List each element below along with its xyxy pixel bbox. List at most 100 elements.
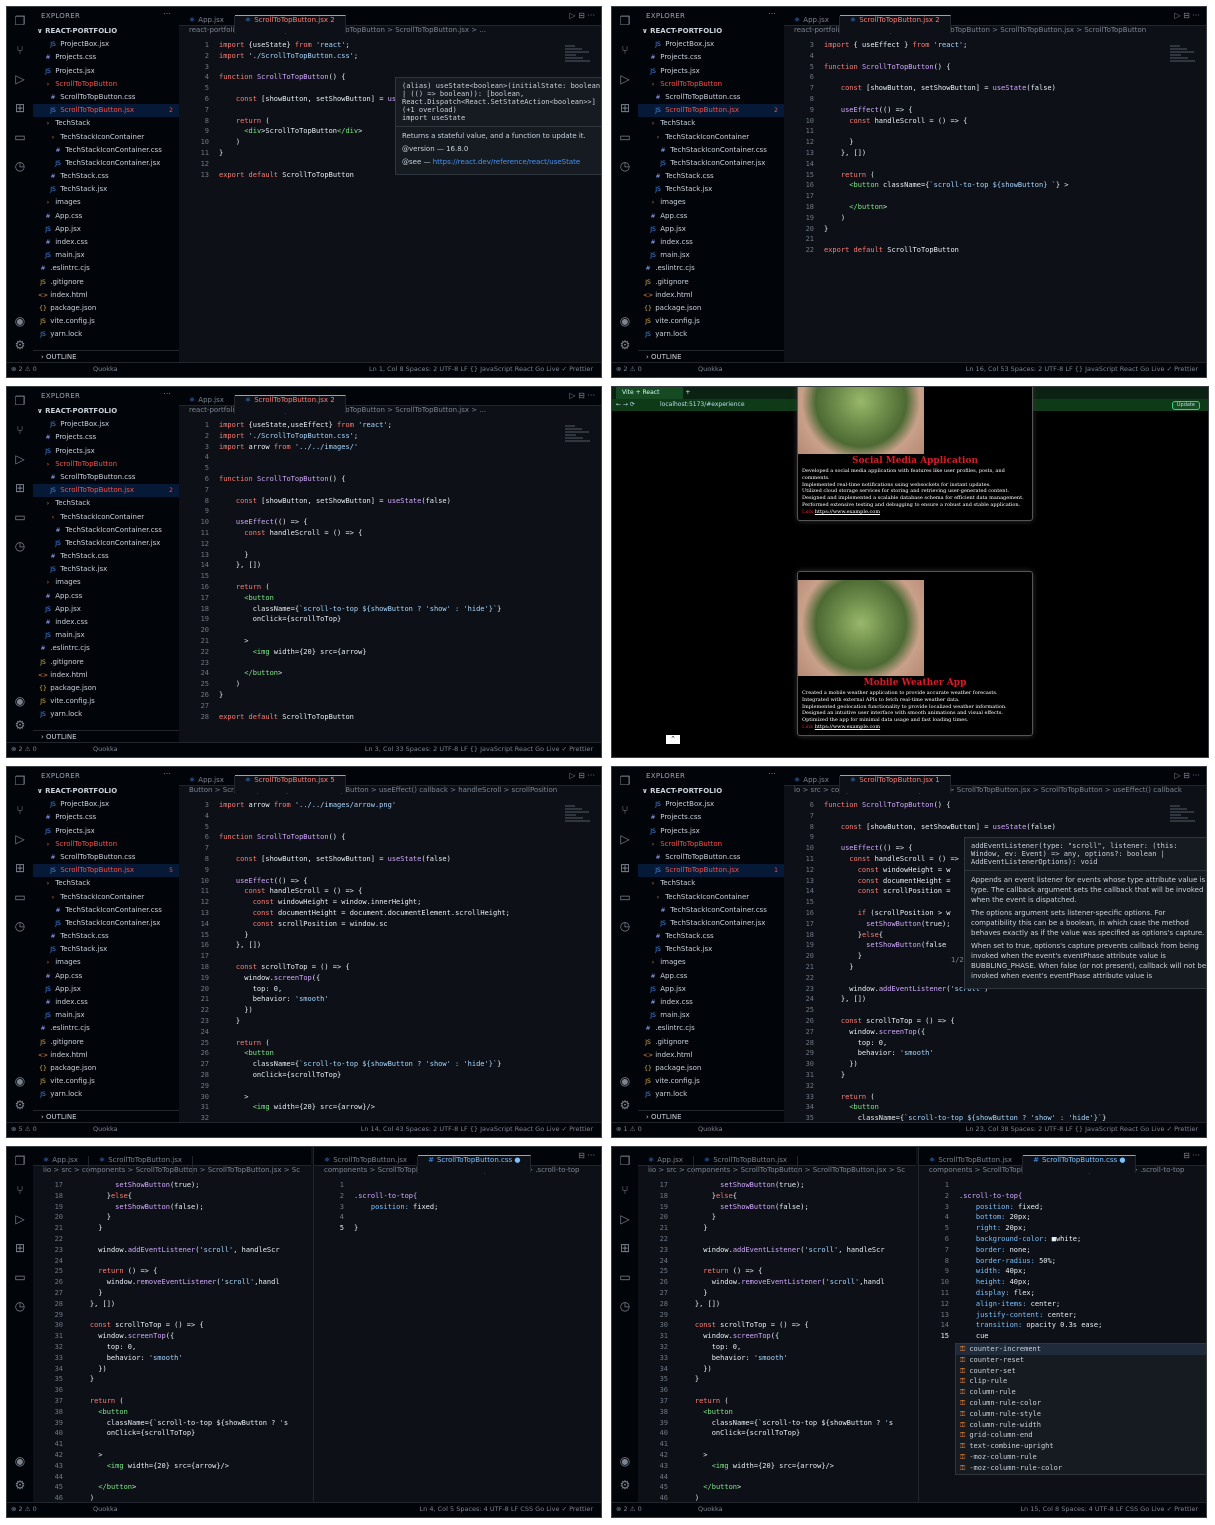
run-debug-icon[interactable]: ▷ <box>617 1211 633 1227</box>
file-tree-item[interactable]: JS ScrollToTopButton.jsx 2 <box>33 484 179 498</box>
more-actions-icon[interactable]: ··· <box>163 390 171 398</box>
autocomplete-item[interactable]: ⚿ -moz-column-rule <box>956 1452 1206 1463</box>
file-tree-item[interactable]: JS ProjectBox.jsx <box>33 38 179 51</box>
code-line[interactable]: export default ScrollToTopButton <box>219 713 593 721</box>
code-line[interactable]: .scroll-to-top{ <box>959 1192 1198 1200</box>
account-icon[interactable]: ◉ <box>12 313 28 329</box>
file-tree-item[interactable]: {} package.json <box>33 1062 179 1075</box>
file-tree-item[interactable]: # Projects.css <box>33 431 179 444</box>
code-line[interactable]: window.screenTop({ <box>824 1028 1198 1036</box>
editor-actions-icon[interactable]: ▷ ⊟ ··· <box>569 387 595 405</box>
code-line[interactable]: } <box>219 691 593 699</box>
remote-explorer-icon[interactable]: ▭ <box>12 1269 28 1285</box>
code-line[interactable]: const [showButton, setShowButton] = useS… <box>824 823 1198 831</box>
code-line[interactable]: ) <box>73 1494 303 1502</box>
file-tree-item[interactable]: JS TechStackIconContainer.jsx <box>33 157 179 170</box>
code-line[interactable]: onClick={scrollToTop} <box>219 1071 593 1079</box>
doc-link[interactable]: https://react.dev/reference/react/useSta… <box>433 158 580 166</box>
run-debug-icon[interactable]: ▷ <box>617 71 633 87</box>
code-line[interactable]: > <box>73 1451 303 1459</box>
file-tree-item[interactable]: # .eslintrc.cjs <box>33 1022 179 1035</box>
source-control-icon[interactable]: ⑂ <box>12 802 28 818</box>
file-tree-item[interactable]: JS ScrollToTopButton.jsx 5 <box>33 864 179 878</box>
editor-tab[interactable]: ⚛ ScrollToTopButton.jsx 2 <box>234 15 346 33</box>
code-line[interactable]: display: flex; <box>959 1289 1198 1297</box>
files-icon[interactable]: ❐ <box>12 773 28 789</box>
editor-status[interactable]: Ln 16, Col 53 Spaces: 2 UTF-8 LF {} Java… <box>966 363 1198 376</box>
editor-tab[interactable]: ⚛ ScrollToTopButton.jsx 2 <box>234 395 346 413</box>
code-line[interactable]: }, []) <box>73 1300 303 1308</box>
settings-gear-icon[interactable]: ⚙ <box>12 1097 28 1113</box>
file-tree-item[interactable]: # TechStack.css <box>33 550 179 563</box>
file-tree-item[interactable]: JS App.jsx <box>33 603 179 616</box>
quokka-status[interactable]: Quokka <box>698 1503 723 1516</box>
code-line[interactable]: setShowButton(false); <box>73 1203 303 1211</box>
code-line[interactable]: } <box>73 1213 303 1221</box>
editor-actions-icon[interactable]: ▷ ⊟ ··· <box>1174 767 1200 785</box>
account-icon[interactable]: ◉ <box>617 313 633 329</box>
code-line[interactable]: behavior: 'smooth' <box>678 1354 908 1362</box>
file-tree-item[interactable]: JS Projects.jsx <box>33 825 179 838</box>
extensions-icon[interactable]: ⊞ <box>12 1240 28 1256</box>
editor-tab[interactable]: ⚛ ScrollToTopButton.jsx 2 <box>839 15 951 33</box>
file-tree-item[interactable]: {} package.json <box>33 302 179 315</box>
extensions-icon[interactable]: ⊞ <box>617 860 633 876</box>
file-tree-item[interactable]: JS TechStack.jsx <box>638 943 784 956</box>
editor-tab[interactable]: # ScrollToTopButton.css ● <box>418 1155 532 1173</box>
more-actions-icon[interactable]: ··· <box>768 770 776 778</box>
quokka-status[interactable]: Quokka <box>93 363 118 376</box>
account-icon[interactable]: ◉ <box>12 1453 28 1469</box>
code-line[interactable]: bottom: 20px; <box>959 1213 1198 1221</box>
files-icon[interactable]: ❐ <box>12 13 28 29</box>
code-line[interactable]: export default ScrollToTopButton <box>824 246 1198 254</box>
source-control-icon[interactable]: ⑂ <box>12 1182 28 1198</box>
code-line[interactable]: className={`scroll-to-top ${showButton ?… <box>678 1419 908 1427</box>
extensions-icon[interactable]: ⊞ <box>12 480 28 496</box>
code-line[interactable]: const scrollToTop = () => { <box>73 1321 303 1329</box>
problems-indicator[interactable]: ⊗ 2 ⚠ 0 <box>11 363 37 376</box>
code-line[interactable]: import {useState,useEffect} from 'react'… <box>219 421 593 429</box>
minimap[interactable] <box>1170 45 1200 65</box>
code-line[interactable]: top: 0, <box>824 1039 1198 1047</box>
code-line[interactable]: className={`scroll-to-top ${showButton ?… <box>824 1114 1198 1122</box>
file-tree-item[interactable]: JS App.jsx <box>638 223 784 236</box>
code-line[interactable]: > <box>219 637 593 645</box>
code-line[interactable]: function ScrollToTopButton() { <box>824 63 1198 71</box>
file-tree-item[interactable]: › ScrollToTopButton <box>638 78 784 91</box>
code-line[interactable]: useEffect(() => { <box>219 877 593 885</box>
code-line[interactable]: const [showButton, setShowButton] = useS… <box>219 497 593 505</box>
code-line[interactable]: const scrollToTop = () => { <box>678 1321 908 1329</box>
file-tree-item[interactable]: JS .gitignore <box>638 276 784 289</box>
file-tree-item[interactable]: JS .gitignore <box>33 1036 179 1049</box>
problems-indicator[interactable]: ⊗ 2 ⚠ 0 <box>616 363 642 376</box>
code-line[interactable]: } <box>73 1375 303 1383</box>
editor-status[interactable]: Ln 23, Col 38 Spaces: 2 UTF-8 LF {} Java… <box>966 1123 1198 1136</box>
code-line[interactable]: height: 40px; <box>959 1278 1198 1286</box>
code-line[interactable]: <button <box>678 1408 908 1416</box>
file-tree-item[interactable]: › TechStack <box>638 117 784 130</box>
code-line[interactable]: const handleScroll = () => { <box>219 529 593 537</box>
file-tree-item[interactable]: {} package.json <box>638 1062 784 1075</box>
file-tree-item[interactable]: JS yarn.lock <box>638 1088 784 1101</box>
code-line[interactable]: const windowHeight = window.innerHeight; <box>219 898 593 906</box>
quokka-status[interactable]: Quokka <box>698 1123 723 1136</box>
code-line[interactable]: import './ScrollToTopButton.css'; <box>219 52 593 60</box>
file-tree-item[interactable]: JS ProjectBox.jsx <box>33 798 179 811</box>
file-tree-item[interactable]: # Projects.css <box>33 51 179 64</box>
file-tree-item[interactable]: # App.css <box>33 970 179 983</box>
minimap[interactable] <box>565 805 595 825</box>
file-tree-item[interactable]: JS vite.config.js <box>33 315 179 328</box>
timeline-icon[interactable]: ◷ <box>12 538 28 554</box>
file-tree-item[interactable]: › TechStack <box>33 497 179 510</box>
file-tree-item[interactable]: JS TechStackIconContainer.jsx <box>638 157 784 170</box>
code-line[interactable]: return () => { <box>73 1267 303 1275</box>
files-icon[interactable]: ❐ <box>12 1153 28 1169</box>
code-line[interactable]: </button> <box>824 203 1198 211</box>
file-tree-item[interactable]: JS main.jsx <box>638 1009 784 1022</box>
file-tree-item[interactable]: › TechStackIconContainer <box>638 131 784 144</box>
code-line[interactable]: }, []) <box>678 1300 908 1308</box>
file-tree-item[interactable]: › TechStack <box>33 117 179 130</box>
code-line[interactable]: }, []) <box>219 561 593 569</box>
file-tree-item[interactable]: › images <box>638 196 784 209</box>
project-link[interactable]: https://www.example.com <box>815 724 880 730</box>
